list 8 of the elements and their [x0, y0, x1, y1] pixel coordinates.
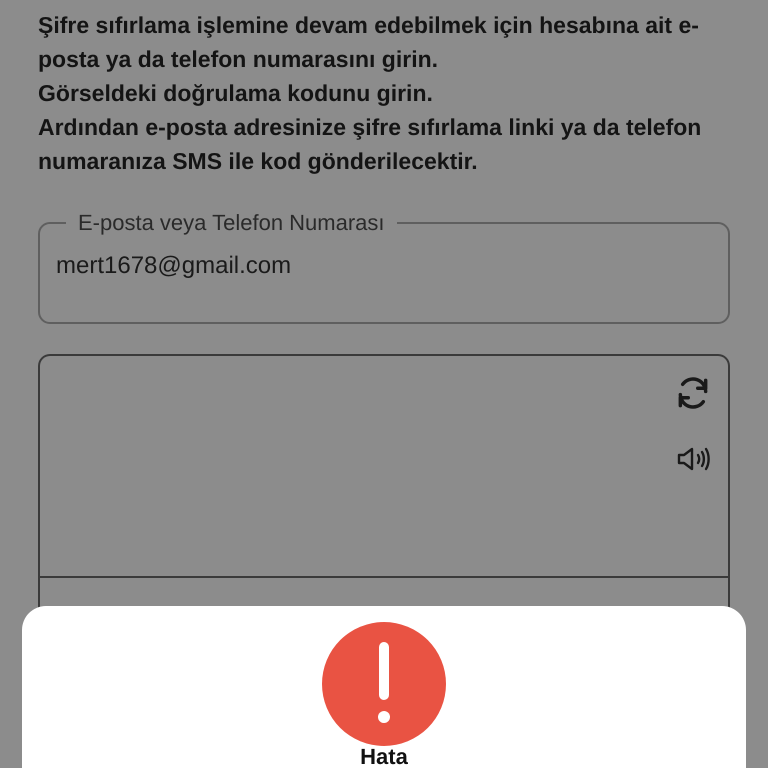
instruction-text: Şifre sıfırlama işlemine devam edebilmek için hesabına ait e-posta ya da telefon numarasını girin.: [38, 11, 700, 74]
speaker-icon[interactable]: [676, 446, 712, 472]
exclamation-icon: [322, 622, 446, 746]
alert-title: Hata: [360, 746, 408, 768]
instruction-text: Ardından e-posta adresinize şifre sıfırlama linki ya da telefon numaranıza SMS ile kod gönderilecektir.: [38, 113, 702, 176]
instruction-text: Görseldeki doğrulama kodunu girin.: [38, 79, 434, 108]
field-label: E-posta veya Telefon Numarası: [77, 210, 386, 236]
field-value: mert1678@gmail.com: [56, 252, 292, 279]
